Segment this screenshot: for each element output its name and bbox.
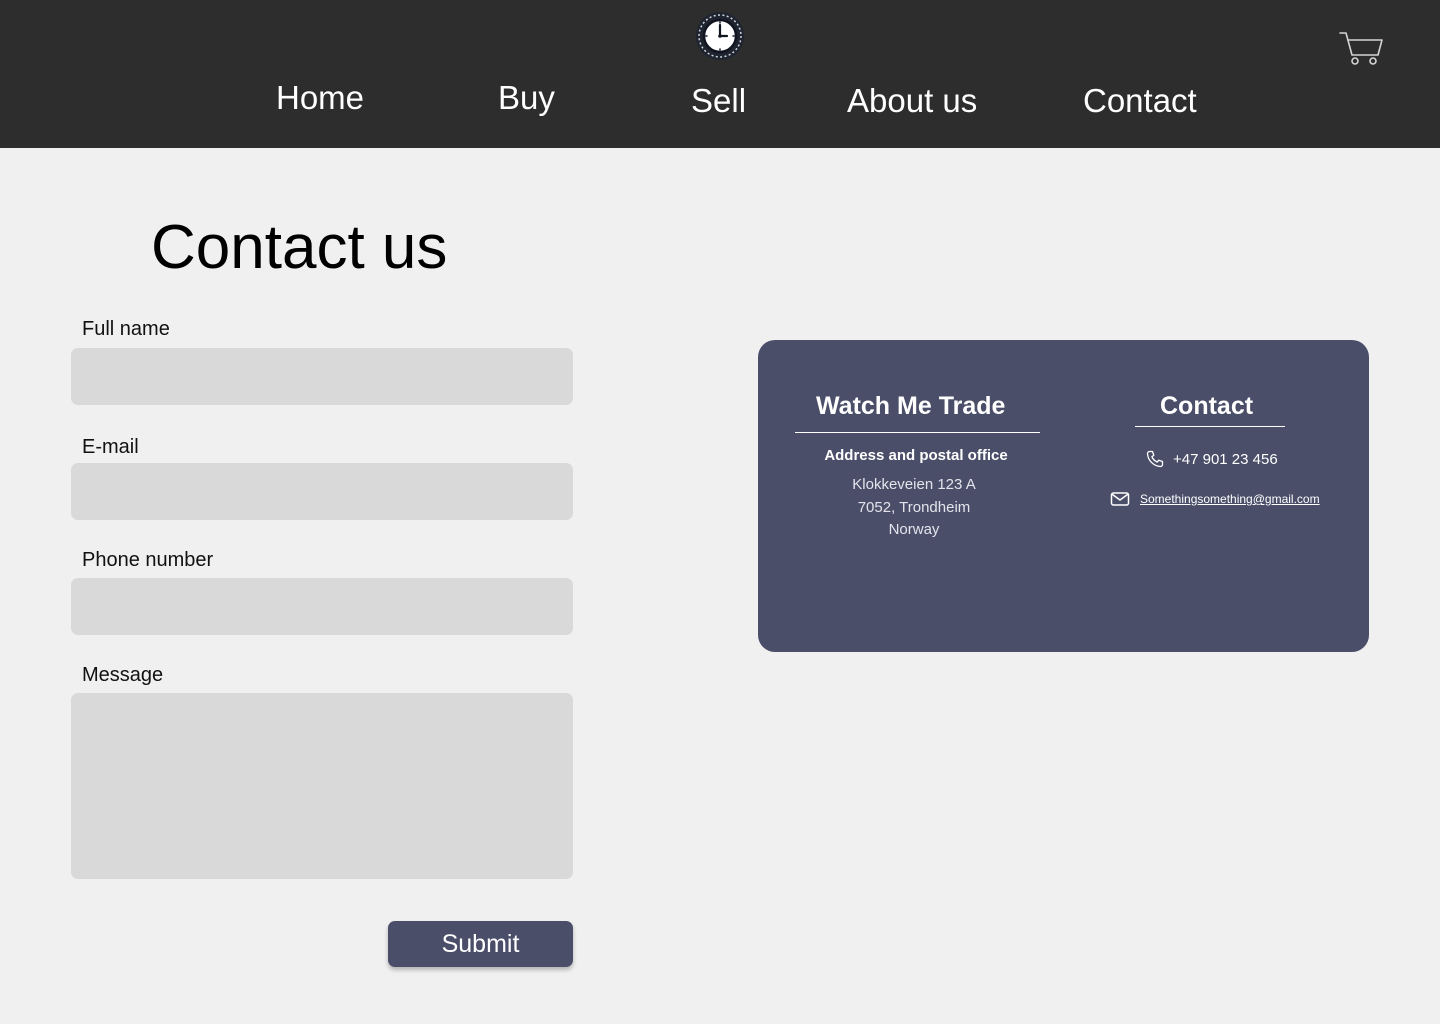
address-line: Norway [888,521,940,538]
nav-home[interactable]: Home [276,78,364,118]
company-heading: Watch Me Trade [816,392,1006,420]
phone-number[interactable]: +47 901 23 456 [1173,451,1278,468]
nav-sell[interactable]: Sell [691,81,746,121]
clock-icon[interactable] [695,11,745,61]
full-name-label: Full name [82,318,170,340]
nav-about-us[interactable]: About us [847,81,977,121]
nav-buy[interactable]: Buy [498,78,555,118]
shopping-cart-icon[interactable] [1338,30,1384,68]
phone-input[interactable] [71,578,573,635]
contact-info-card: Watch Me Trade Address and postal office… [758,340,1369,652]
divider [795,432,1040,433]
email-link[interactable]: Somethingsomething@gmail.com [1140,492,1320,506]
email-input[interactable] [71,463,573,520]
contact-heading: Contact [1160,392,1254,420]
nav-contact[interactable]: Contact [1083,81,1197,121]
phone-icon [1146,450,1164,468]
divider [1135,426,1285,427]
page-title: Contact us [151,213,448,282]
address-line: Klokkeveien 123 A [852,476,976,493]
full-name-input[interactable] [71,348,573,405]
message-label: Message [82,664,164,686]
email-label: E-mail [82,436,139,458]
envelope-icon [1110,492,1130,506]
phone-row: +47 901 23 456 [1145,449,1278,469]
site-header: Home Buy Sell About us Contact [0,0,1440,148]
address-line: 7052, Trondheim [857,499,971,516]
message-textarea[interactable] [71,693,573,879]
address-title: Address and postal office [824,447,1008,464]
phone-label: Phone number [82,549,214,571]
email-row: Somethingsomething@gmail.com [1110,491,1320,507]
submit-button[interactable]: Submit [388,921,573,967]
